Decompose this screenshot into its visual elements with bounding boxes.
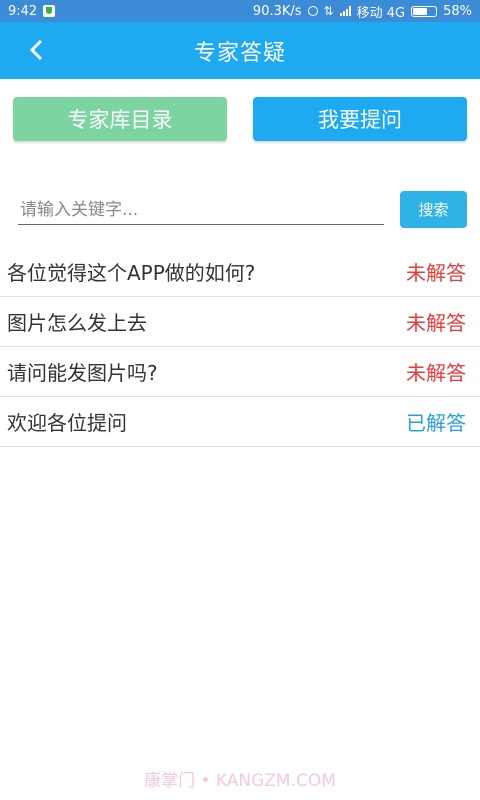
battery-fill xyxy=(413,7,427,15)
status-time: 9:42 xyxy=(8,3,38,19)
list-item[interactable]: 请问能发图片吗? 未解答 xyxy=(0,347,480,397)
answer-status: 已解答 xyxy=(406,411,466,435)
back-button[interactable] xyxy=(22,36,50,64)
question-text: 各位觉得这个APP做的如何? xyxy=(7,261,256,285)
data-transfer-icon: ⇅ xyxy=(323,4,334,18)
expert-directory-button[interactable]: 专家库目录 xyxy=(13,97,227,141)
ask-question-button[interactable]: 我要提问 xyxy=(253,97,467,141)
carrier-label: 移动 4G xyxy=(356,5,406,21)
search-input[interactable] xyxy=(18,196,384,225)
signal-icon xyxy=(339,6,351,16)
chevron-left-icon xyxy=(29,39,43,61)
search-button[interactable]: 搜索 xyxy=(400,191,467,228)
question-list: 各位觉得这个APP做的如何? 未解答 图片怎么发上去 未解答 请问能发图片吗? … xyxy=(0,247,480,447)
answer-status: 未解答 xyxy=(406,311,466,335)
watermark: 康掌门 • KANGZM.COM xyxy=(144,771,336,791)
page-title: 专家答疑 xyxy=(193,40,286,66)
answer-status: 未解答 xyxy=(406,261,466,285)
alarm-icon xyxy=(307,6,318,16)
list-item[interactable]: 图片怎么发上去 未解答 xyxy=(0,297,480,347)
list-item[interactable]: 欢迎各位提问 已解答 xyxy=(0,397,480,447)
app-bar: 专家答疑 xyxy=(0,22,480,79)
list-item[interactable]: 各位觉得这个APP做的如何? 未解答 xyxy=(0,247,480,297)
question-text: 图片怎么发上去 xyxy=(7,311,147,335)
network-speed: 90.3K/s xyxy=(252,3,302,19)
security-shield-icon xyxy=(43,5,56,17)
answer-status: 未解答 xyxy=(406,361,466,385)
question-text: 欢迎各位提问 xyxy=(7,411,127,435)
status-bar: 9:42 90.3K/s ⇅ 移动 4G 58% xyxy=(0,0,480,22)
question-text: 请问能发图片吗? xyxy=(7,361,158,385)
battery-percent: 58% xyxy=(443,3,472,19)
battery-icon xyxy=(411,5,438,17)
